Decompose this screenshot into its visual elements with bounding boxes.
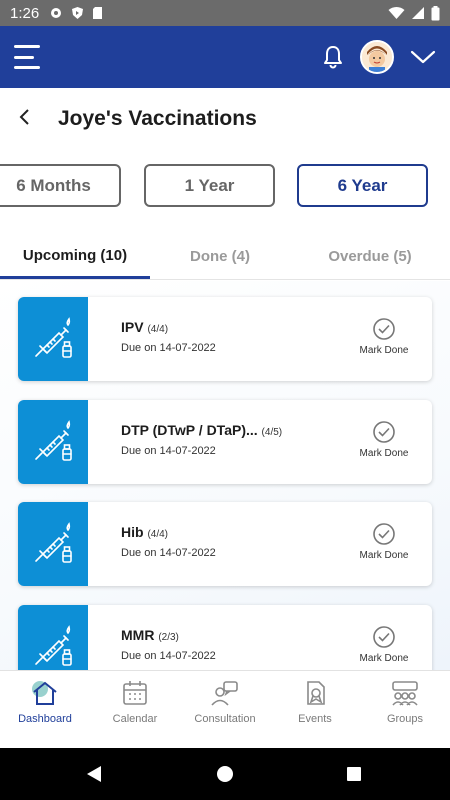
groups-icon	[392, 681, 418, 706]
vaccine-dose: (4/5)	[261, 427, 283, 438]
settings-gear-icon	[51, 8, 62, 18]
nav-label: Consultation	[194, 713, 256, 725]
syringe-icon	[18, 297, 88, 381]
age-filter-6-year[interactable]: 6 Year	[297, 164, 428, 207]
nav-calendar[interactable]: Calendar	[90, 679, 180, 741]
vaccine-name: Hib (4/4)	[121, 524, 168, 540]
nav-label: Groups	[386, 713, 424, 725]
vaccine-list: IPV (4/4) Due on 14-07-2022 Mark Done DT…	[0, 281, 450, 670]
recents-square-icon[interactable]	[346, 766, 362, 782]
nav-label: Dashboard	[18, 713, 72, 725]
nav-label: Events	[298, 713, 332, 725]
tab-overdue[interactable]: Overdue (5)	[295, 234, 445, 279]
mark-done-button[interactable]: Mark Done	[356, 625, 412, 664]
battery-icon	[431, 5, 440, 20]
vaccine-due-date: Due on 14-07-2022	[121, 650, 216, 662]
shield-icon	[72, 7, 84, 19]
chevron-down-icon[interactable]	[410, 49, 436, 65]
page-header: Joye's Vaccinations	[0, 88, 450, 150]
mark-done-button[interactable]: Mark Done	[356, 420, 412, 459]
vaccine-due-date: Due on 14-07-2022	[121, 547, 216, 559]
vaccine-name: DTP (DTwP / DTaP)... (4/5)	[121, 422, 282, 438]
nav-dashboard[interactable]: Dashboard	[0, 679, 90, 741]
age-filter-1-year[interactable]: 1 Year	[144, 164, 275, 207]
mark-done-button[interactable]: Mark Done	[356, 522, 412, 561]
vaccination-tabs: Upcoming (10) Done (4) Overdue (5)	[0, 234, 450, 280]
syringe-icon	[18, 400, 88, 484]
hamburger-icon[interactable]	[14, 45, 42, 69]
mark-done-label: Mark Done	[359, 550, 409, 561]
sd-card-icon	[93, 7, 103, 19]
wifi-icon	[388, 6, 405, 20]
back-triangle-icon[interactable]	[85, 764, 103, 784]
vaccine-name-text: Hib	[121, 524, 144, 540]
vaccine-dose: (4/4)	[147, 324, 169, 335]
syringe-icon	[18, 605, 88, 670]
bell-icon[interactable]	[322, 45, 344, 69]
mark-done-label: Mark Done	[359, 653, 409, 664]
vaccine-card[interactable]: MMR (2/3) Due on 14-07-2022 Mark Done	[18, 605, 432, 670]
syringe-icon	[18, 502, 88, 586]
vaccine-dose: (2/3)	[158, 632, 179, 643]
nav-label: Calendar	[112, 713, 158, 725]
signal-icon	[412, 7, 424, 19]
vaccine-card[interactable]: IPV (4/4) Due on 14-07-2022 Mark Done	[18, 297, 432, 381]
tab-done[interactable]: Done (4)	[150, 234, 290, 279]
calendar-icon	[123, 681, 147, 705]
status-bar: 1:26	[0, 0, 450, 26]
age-filter-group: 6 Months 1 Year 6 Year	[0, 164, 450, 208]
home-circle-icon[interactable]	[216, 765, 234, 783]
tab-upcoming[interactable]: Upcoming (10)	[0, 234, 150, 279]
bottom-nav: Dashboard Calendar Consultation Events G…	[0, 670, 450, 748]
vaccine-due-date: Due on 14-07-2022	[121, 445, 216, 457]
vaccine-name-text: MMR	[121, 627, 155, 643]
system-nav-bar	[0, 748, 450, 800]
vaccine-name: MMR (2/3)	[121, 627, 179, 643]
status-time: 1:26	[10, 4, 40, 22]
home-icon	[32, 681, 57, 705]
age-filter-6-months[interactable]: 6 Months	[0, 164, 121, 207]
nav-events[interactable]: Events	[270, 679, 360, 741]
vaccine-dose: (4/4)	[147, 529, 169, 540]
nav-groups[interactable]: Groups	[360, 679, 450, 741]
vaccine-name-text: DTP (DTwP / DTaP)...	[121, 422, 258, 438]
mark-done-button[interactable]: Mark Done	[356, 317, 412, 356]
check-circle-icon	[373, 626, 395, 648]
vaccine-name: IPV (4/4)	[121, 319, 168, 335]
check-circle-icon	[373, 318, 395, 340]
mark-done-label: Mark Done	[359, 448, 409, 459]
check-circle-icon	[373, 523, 395, 545]
events-icon	[307, 681, 325, 705]
mark-done-label: Mark Done	[359, 345, 409, 356]
consultation-icon	[211, 681, 238, 706]
check-circle-icon	[373, 421, 395, 443]
app-bar	[0, 26, 450, 88]
vaccine-name-text: IPV	[121, 319, 144, 335]
vaccine-due-date: Due on 14-07-2022	[121, 342, 216, 354]
back-arrow-icon[interactable]	[18, 105, 58, 133]
avatar[interactable]	[360, 40, 394, 74]
nav-consultation[interactable]: Consultation	[180, 679, 270, 741]
page-title: Joye's Vaccinations	[58, 107, 257, 130]
vaccine-card[interactable]: DTP (DTwP / DTaP)... (4/5) Due on 14-07-…	[18, 400, 432, 484]
vaccine-card[interactable]: Hib (4/4) Due on 14-07-2022 Mark Done	[18, 502, 432, 586]
